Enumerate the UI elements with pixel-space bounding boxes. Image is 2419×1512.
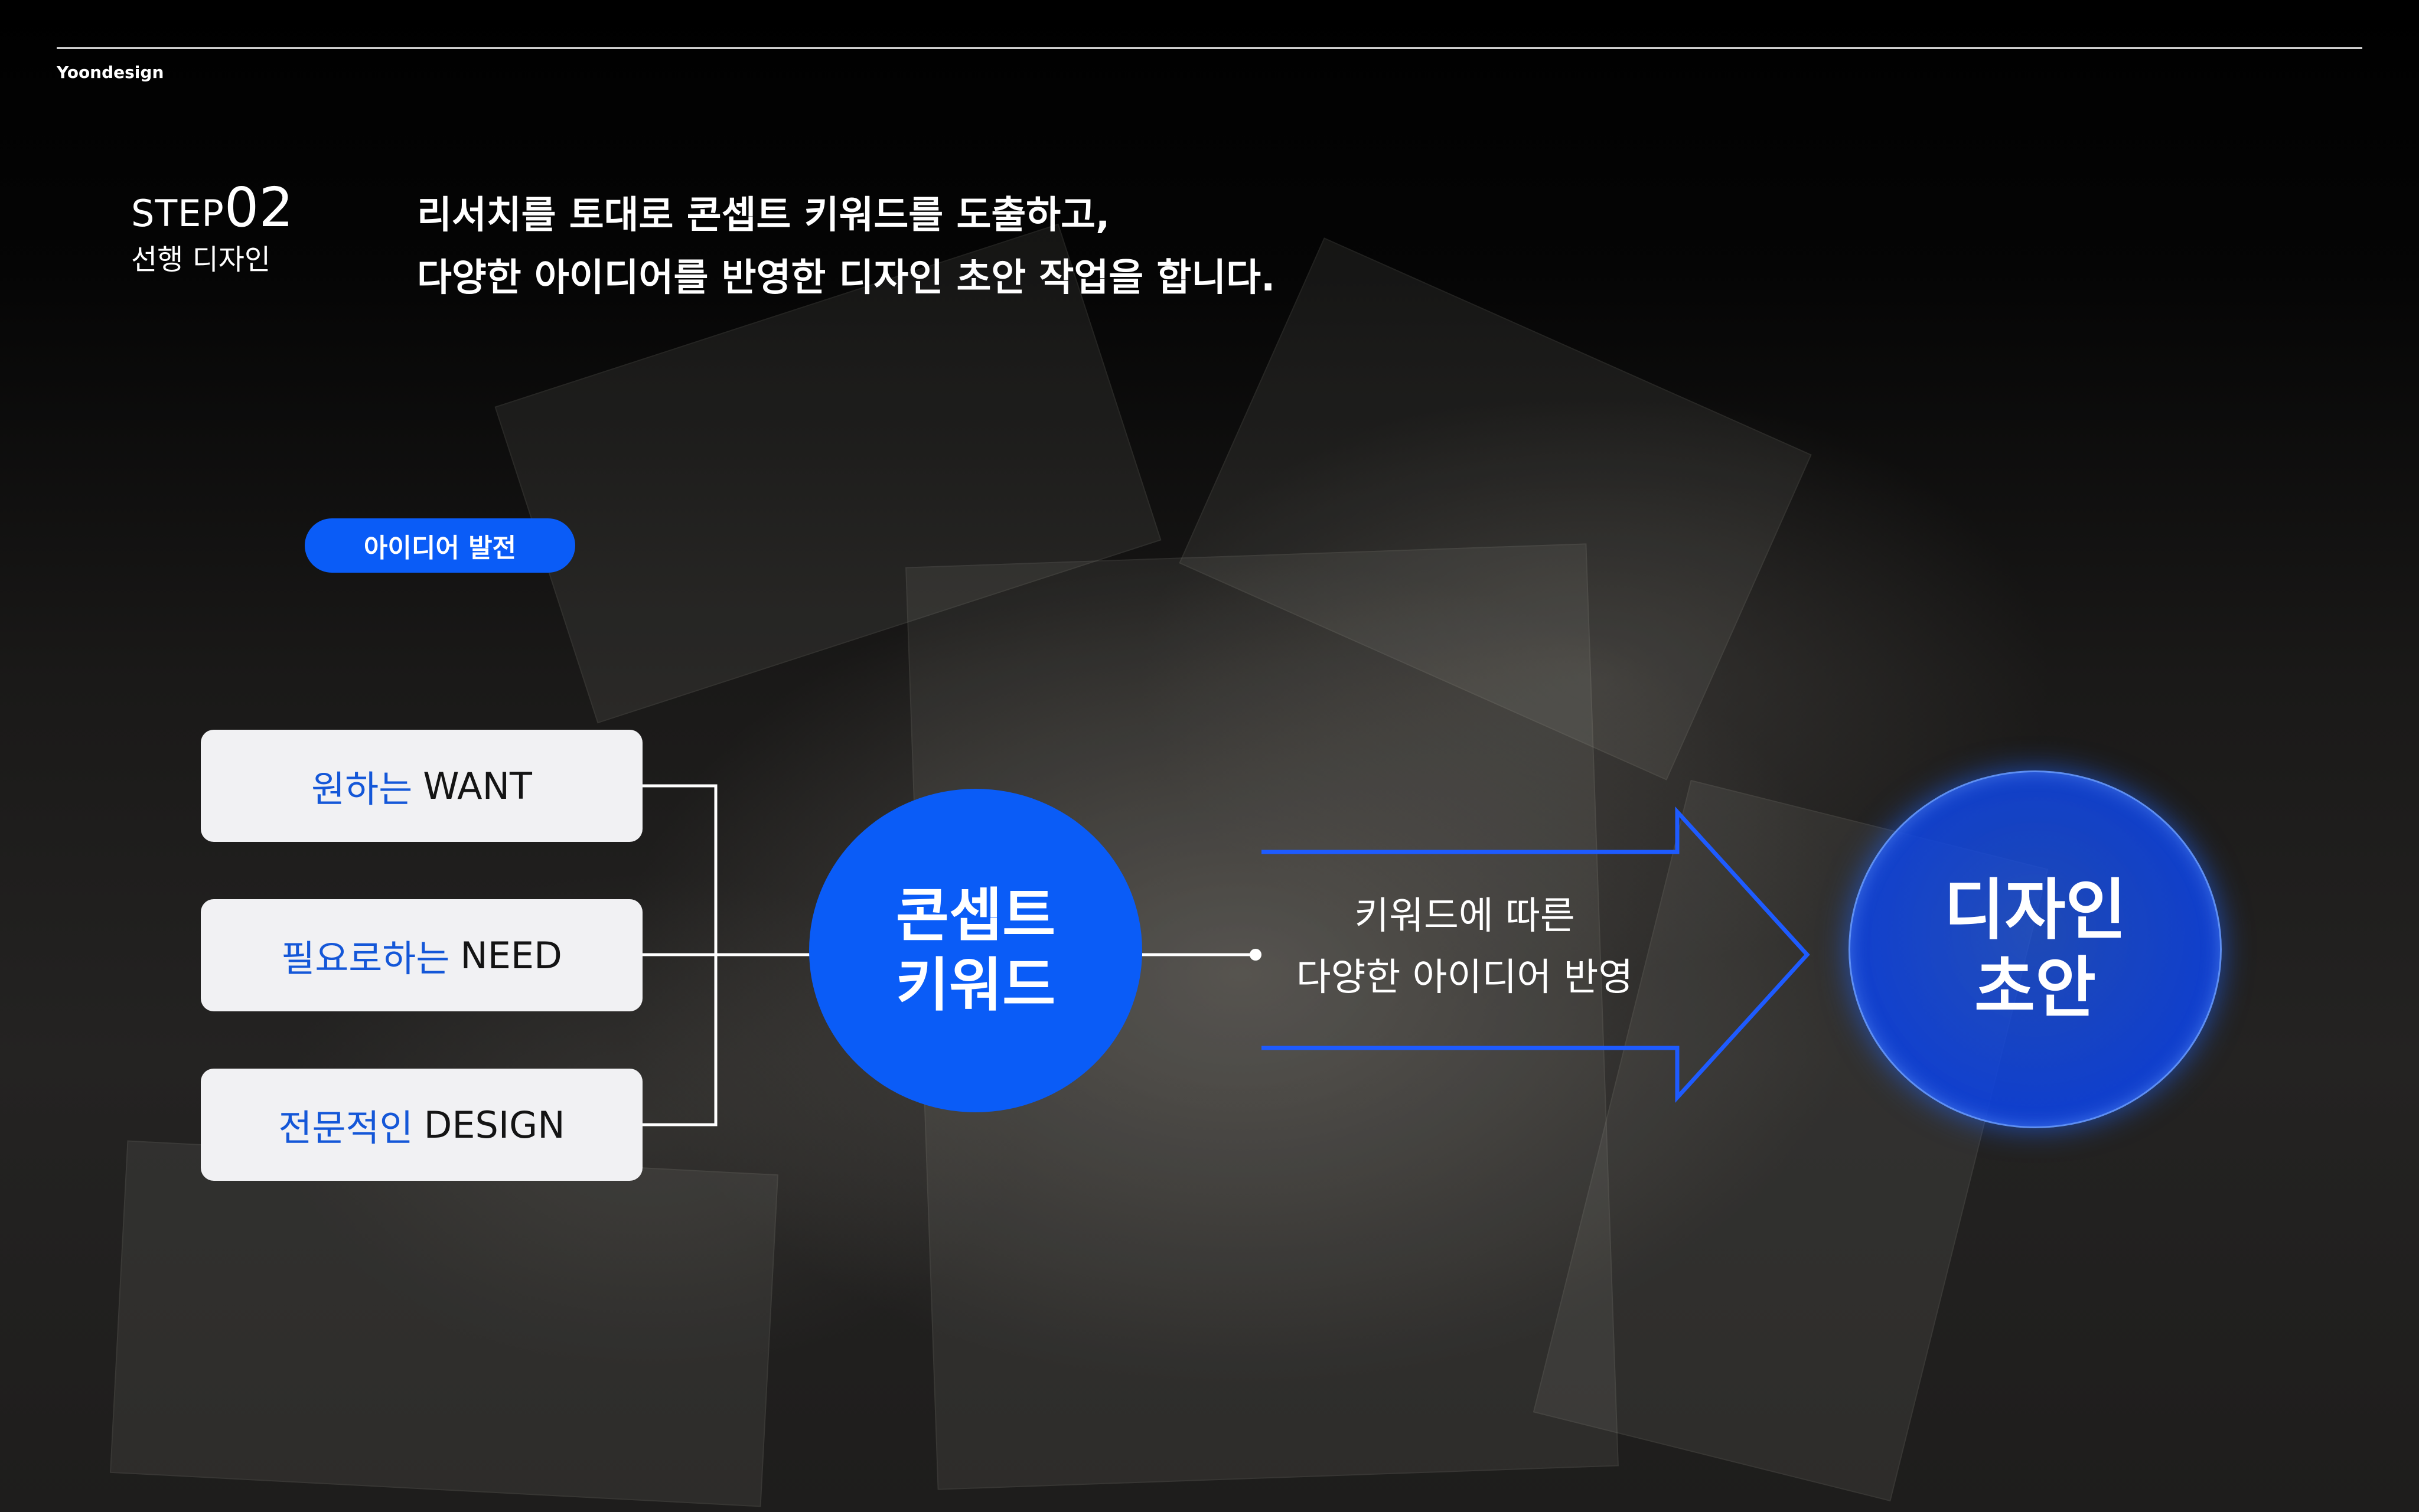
concept-line-2: 키워드 [895,952,1056,1019]
process-line-1: 키워드에 따른 [1354,894,1575,938]
concept-line-1: 콘셉트 [895,882,1056,949]
design-draft-circle: 디자인 초안 [1849,770,2222,1128]
slide: Yoondesign STEP02 선행 디자인 리서치를 토대로 콘셉트 키워… [0,0,2419,1512]
output-line-1: 디자인 [1944,872,2127,949]
output-line-2: 초안 [1974,950,2097,1027]
flow-connectors [643,784,1810,1126]
concept-keyword-circle: 콘셉트 키워드 [809,789,1142,1112]
process-description: 키워드에 따른 다양한 아이디어 반영 [1252,886,1677,1008]
connector-want [643,784,718,955]
process-line-2: 다양한 아이디어 반영 [1296,956,1634,1000]
connector-design [643,955,718,1126]
